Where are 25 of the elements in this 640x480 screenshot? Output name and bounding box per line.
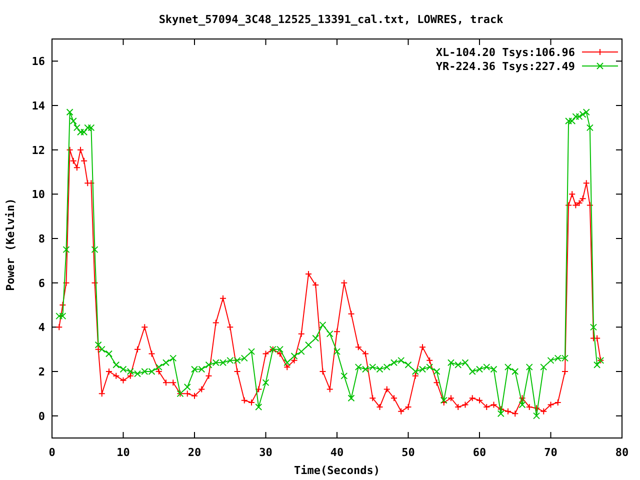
- legend-swatch-icon: [582, 48, 618, 56]
- y-tick-label: 14: [32, 100, 45, 112]
- y-tick-label: 12: [32, 144, 45, 157]
- x-tick-label: 60: [472, 446, 486, 459]
- x-tick-label: 10: [116, 446, 130, 459]
- y-axis-label: Power (Kelvin): [4, 198, 17, 291]
- y-tick-label: 10: [32, 188, 45, 202]
- x-tick-label: 0: [48, 446, 56, 459]
- x-tick-label: 20: [188, 446, 202, 459]
- legend-label: XL-104.20 Tsys:106.96: [436, 46, 575, 59]
- y-tick-label: 6: [38, 276, 45, 290]
- chart-title: Skynet_57094_3C48_12525_13391_cal.txt, LOWRES, track: [158, 13, 504, 26]
- x-tick-label: 70: [544, 446, 558, 459]
- x-tick-label: 50: [402, 446, 415, 459]
- legend-swatch-icon: [582, 62, 618, 70]
- x-tick-label: 30: [259, 446, 272, 459]
- x-tick-label: 40: [330, 446, 344, 459]
- y-tick-label: 16: [32, 55, 45, 68]
- x-axis-label: Time(Seconds): [294, 464, 380, 477]
- y-tick-label: 0: [38, 410, 45, 423]
- y-tick-label: 4: [38, 321, 45, 334]
- y-tick-label: 8: [38, 232, 45, 246]
- legend-label: YR-224.36 Tsys:227.49: [436, 60, 575, 73]
- y-tick-label: 2: [38, 366, 45, 378]
- x-tick-label: 80: [615, 446, 629, 459]
